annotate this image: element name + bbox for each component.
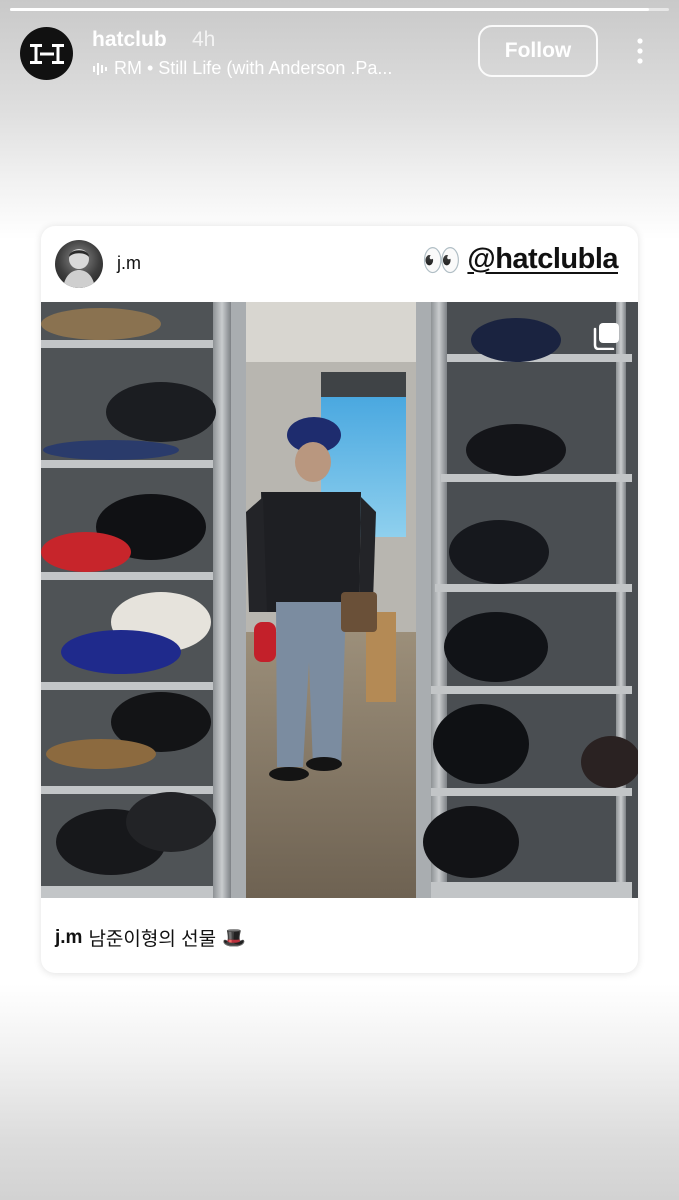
story-header: hatclub 4h RM • Still Life (with Anderso… [0, 20, 679, 90]
mirror-selfie-photo [41, 302, 638, 898]
follow-button[interactable]: Follow [478, 25, 598, 77]
hatclub-logo-icon [29, 43, 64, 64]
post-caption: j.m 남준이형의 선물 🎩 [55, 924, 246, 951]
music-bars-icon [93, 62, 107, 75]
mention-text: @hatclubla [467, 243, 618, 275]
music-info[interactable]: RM • Still Life (with Anderson .Pa... [92, 58, 392, 79]
account-avatar[interactable] [20, 27, 73, 80]
caption-username[interactable]: j.m [55, 927, 82, 949]
post-author-avatar[interactable] [55, 240, 103, 288]
account-username[interactable]: hatclub [92, 28, 167, 52]
story-progress-fill [10, 8, 650, 11]
post-time: 4h [192, 28, 216, 51]
post-photo[interactable] [41, 302, 638, 898]
mention-sticker[interactable]: 👀 @hatclubla [421, 241, 619, 278]
caption-text: 남준이형의 선물 [88, 929, 217, 950]
multiple-photos-icon [592, 322, 620, 351]
person-silhouette-icon [63, 249, 95, 288]
music-text: RM • Still Life (with Anderson .Pa... [114, 58, 393, 78]
story-progress-bar [10, 8, 669, 11]
more-vertical-icon[interactable] [626, 36, 654, 66]
top-hat-emoji: 🎩 [222, 927, 246, 949]
eyes-emoji: 👀 [421, 241, 462, 278]
shared-post-card[interactable]: j.m 👀 @hatclubla j.m 남준이형의 선물 🎩 [41, 226, 638, 973]
post-author-username[interactable]: j.m [117, 253, 141, 274]
